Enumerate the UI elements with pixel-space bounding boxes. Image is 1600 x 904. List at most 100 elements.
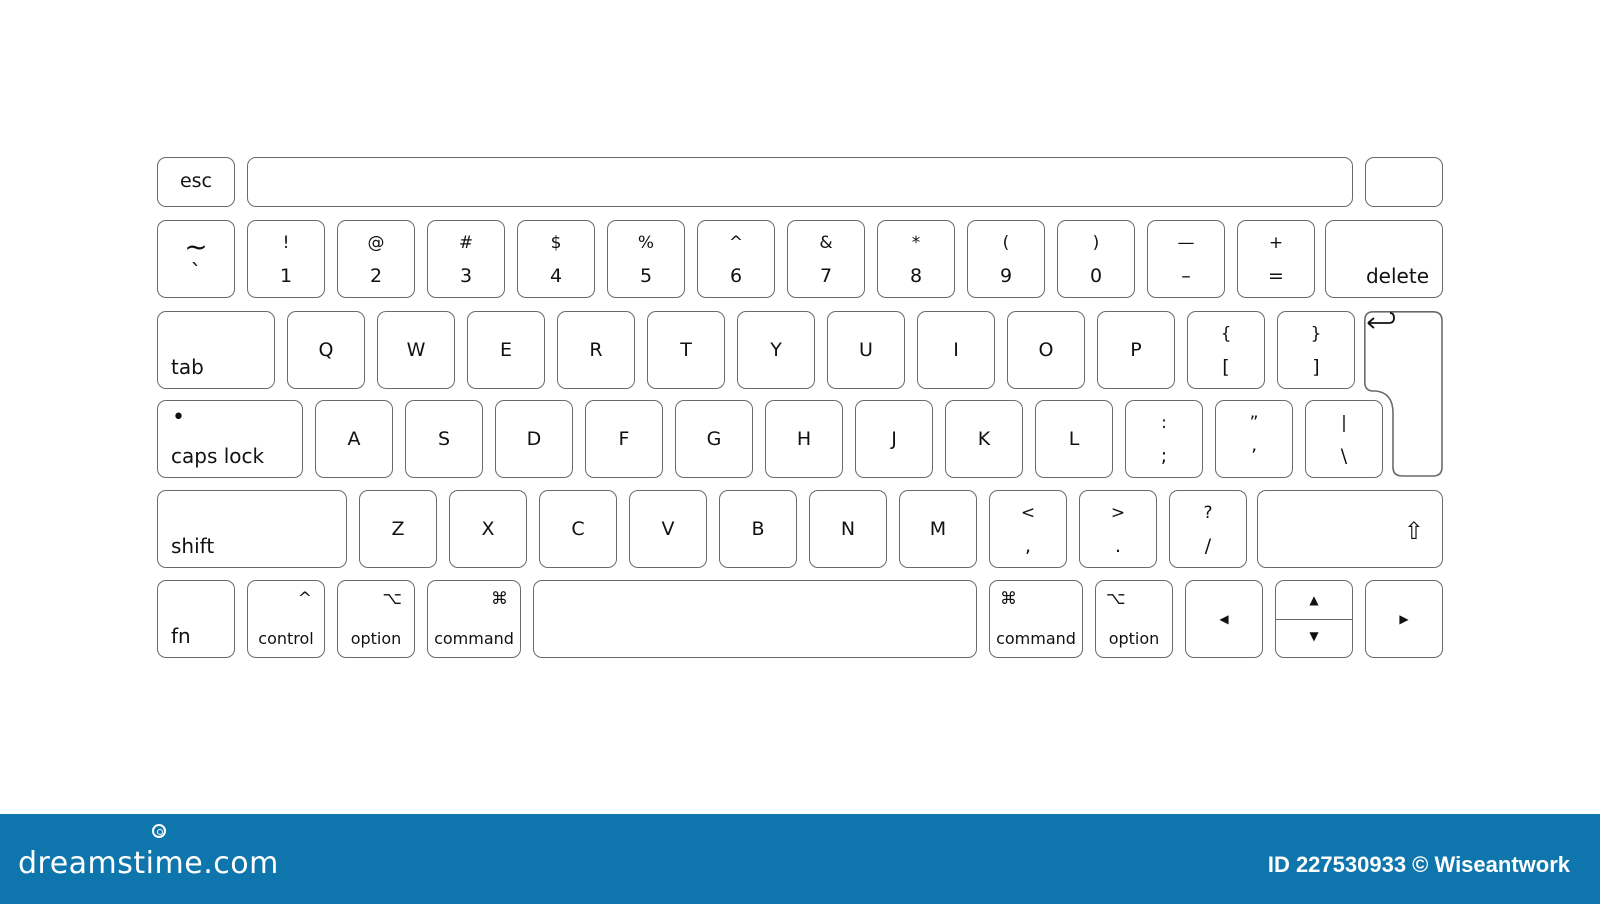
key-option-left[interactable]: ⌥ option: [337, 580, 415, 658]
key-letter[interactable]: M: [899, 490, 977, 568]
key-letter[interactable]: T: [647, 311, 725, 389]
key-number-11[interactable]: + =: [1237, 220, 1315, 298]
key-punctuation[interactable]: <,: [989, 490, 1067, 568]
key-letter[interactable]: B: [719, 490, 797, 568]
key-letter[interactable]: Z: [359, 490, 437, 568]
arrow-down-icon: ▼: [1309, 629, 1319, 643]
key-letter[interactable]: A: [315, 400, 393, 478]
key-command-right[interactable]: ⌘ command: [989, 580, 1083, 658]
key-base-symbol: [: [1222, 356, 1230, 378]
key-option-right[interactable]: ⌥ option: [1095, 580, 1173, 658]
key-shift-symbol: }: [1310, 324, 1322, 344]
key-letter[interactable]: N: [809, 490, 887, 568]
key-delete[interactable]: delete: [1325, 220, 1443, 298]
key-number-8[interactable]: (9: [967, 220, 1045, 298]
key-letter-label: W: [406, 339, 426, 361]
key-letter[interactable]: R: [557, 311, 635, 389]
key-letter-label: A: [347, 428, 361, 450]
key-command-left[interactable]: ⌘ command: [427, 580, 521, 658]
key-shift-symbol: *: [911, 233, 921, 253]
key-letter[interactable]: L: [1035, 400, 1113, 478]
key-punctuation[interactable]: | \: [1305, 400, 1383, 478]
key-punctuation[interactable]: ”’: [1215, 400, 1293, 478]
key-number-4[interactable]: % 5: [607, 220, 685, 298]
key-shift-right[interactable]: ⇧: [1257, 490, 1443, 568]
key-letter-label: L: [1068, 428, 1080, 450]
key-letter[interactable]: Q: [287, 311, 365, 389]
key-letter-label: V: [661, 518, 675, 540]
key-number-10[interactable]: — –: [1147, 220, 1225, 298]
key-number-0[interactable]: ! 1: [247, 220, 325, 298]
key-punctuation[interactable]: >.: [1079, 490, 1157, 568]
key-control[interactable]: ^ control: [247, 580, 325, 658]
key-arrow-left[interactable]: ◀: [1185, 580, 1263, 658]
keyboard-layout: esc ~ ` delete tab • caps lock shift ⇧ f: [0, 0, 1600, 812]
key-shift-symbol: ?: [1203, 503, 1213, 523]
key-base-symbol: 5: [639, 265, 653, 287]
caps-lock-indicator: •: [172, 405, 185, 430]
key-letter[interactable]: X: [449, 490, 527, 568]
key-letter[interactable]: F: [585, 400, 663, 478]
key-base-symbol: 9: [999, 265, 1013, 287]
key-letter-label: G: [706, 428, 722, 450]
key-letter-label: T: [680, 339, 692, 361]
key-bracket[interactable]: {[: [1187, 311, 1265, 389]
key-shift-symbol: @: [367, 233, 385, 253]
key-letter-label: F: [618, 428, 630, 450]
key-punctuation[interactable]: :;: [1125, 400, 1203, 478]
key-letter[interactable]: P: [1097, 311, 1175, 389]
brand-logo[interactable]: dreamstime.com: [18, 846, 279, 881]
key-touch-id[interactable]: [1365, 157, 1443, 207]
key-base-symbol: ’: [1250, 445, 1258, 467]
key-arrow-down[interactable]: ▼: [1276, 619, 1352, 657]
key-control-label: control: [258, 629, 314, 648]
key-letter[interactable]: K: [945, 400, 1023, 478]
key-number-7[interactable]: * 8: [877, 220, 955, 298]
key-letter[interactable]: C: [539, 490, 617, 568]
key-letter-label: R: [589, 339, 603, 361]
key-bracket[interactable]: }]: [1277, 311, 1355, 389]
key-caps-lock-label: caps lock: [171, 444, 265, 468]
key-letter[interactable]: J: [855, 400, 933, 478]
key-tilde[interactable]: ~ `: [157, 220, 235, 298]
key-number-9[interactable]: ) 0: [1057, 220, 1135, 298]
key-shift-symbol: %: [637, 233, 655, 253]
key-shift-left[interactable]: shift: [157, 490, 347, 568]
key-letter[interactable]: S: [405, 400, 483, 478]
key-base-symbol: 6: [729, 265, 743, 287]
key-letter[interactable]: W: [377, 311, 455, 389]
key-letter-label: K: [977, 428, 991, 450]
key-tilde-bottom: `: [190, 261, 202, 286]
command-icon: ⌘: [491, 589, 508, 609]
key-arrow-right[interactable]: ▶: [1365, 580, 1443, 658]
key-letter[interactable]: U: [827, 311, 905, 389]
key-letter[interactable]: Y: [737, 311, 815, 389]
key-number-5[interactable]: ^ 6: [697, 220, 775, 298]
key-command-left-label: command: [434, 629, 514, 648]
key-space[interactable]: [533, 580, 977, 658]
key-fn-label: fn: [171, 624, 191, 648]
key-letter[interactable]: I: [917, 311, 995, 389]
key-tab[interactable]: tab: [157, 311, 275, 389]
key-esc[interactable]: esc: [157, 157, 235, 207]
key-letter[interactable]: V: [629, 490, 707, 568]
key-number-6[interactable]: & 7: [787, 220, 865, 298]
key-number-2[interactable]: #3: [427, 220, 505, 298]
key-letter-label: S: [437, 428, 451, 450]
key-shift-symbol: ^: [728, 233, 744, 253]
key-number-1[interactable]: @2: [337, 220, 415, 298]
key-letter[interactable]: D: [495, 400, 573, 478]
key-number-3[interactable]: $4: [517, 220, 595, 298]
key-tilde-top: ~: [184, 230, 208, 263]
key-letter[interactable]: G: [675, 400, 753, 478]
key-fn[interactable]: fn: [157, 580, 235, 658]
key-punctuation[interactable]: ? /: [1169, 490, 1247, 568]
touch-bar[interactable]: [247, 157, 1353, 207]
key-letter[interactable]: E: [467, 311, 545, 389]
key-letter[interactable]: H: [765, 400, 843, 478]
key-caps-lock[interactable]: • caps lock: [157, 400, 303, 478]
key-shift-symbol: {: [1220, 324, 1232, 344]
key-arrow-up[interactable]: ▲: [1276, 581, 1352, 619]
key-letter[interactable]: O: [1007, 311, 1085, 389]
key-delete-label: delete: [1365, 264, 1429, 288]
